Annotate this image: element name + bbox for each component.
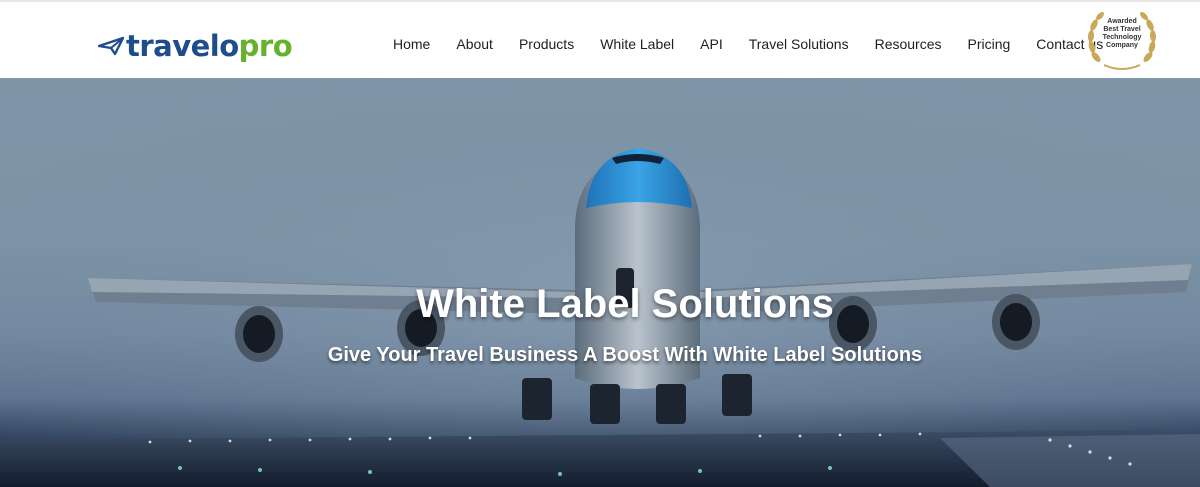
hero-banner: White Label Solutions Give Your Travel B… — [0, 78, 1200, 487]
award-line: Best Travel — [1103, 26, 1141, 33]
nav-about[interactable]: About — [443, 32, 506, 56]
logo-wordmark: travelopro — [126, 28, 293, 63]
hero-title: White Label Solutions — [416, 282, 834, 326]
site-header: travelopro Home About Products White Lab… — [0, 0, 1200, 78]
award-text: Awarded Best Travel Technology Company — [1098, 18, 1146, 50]
nav-api[interactable]: API — [687, 32, 736, 56]
award-badge: Awarded Best Travel Technology Company — [1086, 11, 1158, 73]
logo-wordmark-part2: pro — [238, 28, 293, 63]
nav-home[interactable]: Home — [380, 32, 443, 56]
award-line: Awarded — [1107, 18, 1137, 25]
nav-resources[interactable]: Resources — [862, 32, 955, 56]
nav-white-label[interactable]: White Label — [587, 32, 687, 56]
travelopro-logo[interactable]: travelopro — [98, 28, 293, 64]
award-line: Technology — [1102, 34, 1142, 41]
paper-plane-icon — [98, 36, 124, 56]
logo-wordmark-part1: travelo — [126, 28, 239, 63]
nav-products[interactable]: Products — [506, 32, 587, 56]
award-line: Company — [1106, 42, 1138, 49]
nav-pricing[interactable]: Pricing — [955, 32, 1024, 56]
hero-subtitle: Give Your Travel Business A Boost With W… — [327, 344, 923, 366]
main-nav: Home About Products White Label API Trav… — [380, 32, 1116, 56]
nav-travel-solutions[interactable]: Travel Solutions — [736, 32, 862, 56]
